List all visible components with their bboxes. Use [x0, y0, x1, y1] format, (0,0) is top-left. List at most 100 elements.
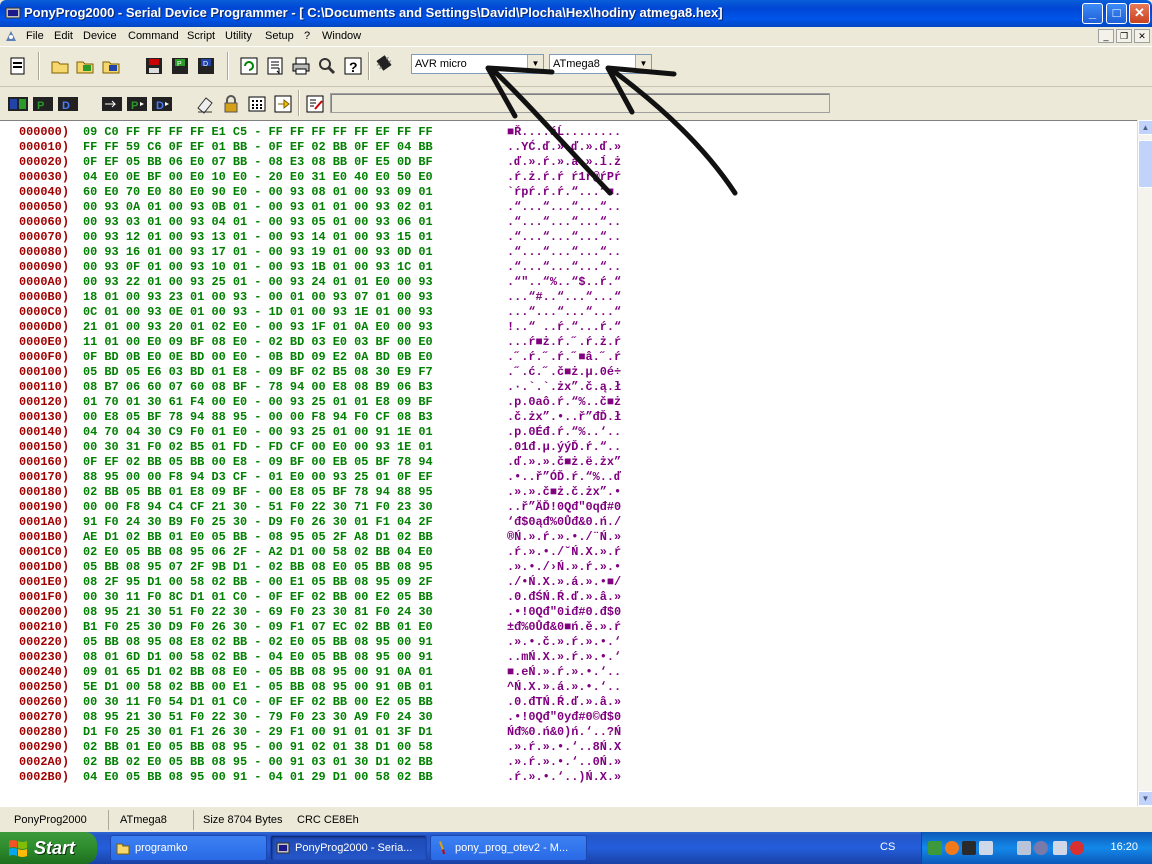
menu-window[interactable]: Window [321, 28, 362, 44]
close-button[interactable]: ✕ [1129, 3, 1150, 24]
hex-bytes[interactable]: 04 E0 0E BF 00 E0 10 E0 - 20 E0 31 E0 40… [83, 170, 507, 185]
hex-row[interactable]: 0000D0) 21 01 00 93 20 01 02 E0 - 00 93 1… [19, 320, 621, 335]
hex-bytes[interactable]: 02 BB 05 BB 01 E8 09 BF - 00 E8 05 BF 78… [83, 485, 507, 500]
hex-row[interactable]: 000040) 60 E0 70 E0 80 E0 90 E0 - 00 93 0… [19, 185, 621, 200]
language-indicator[interactable]: CS [880, 841, 895, 853]
shield-icon[interactable] [1070, 841, 1084, 855]
menu-script[interactable]: Script [186, 28, 216, 44]
open-program-icon[interactable] [73, 54, 97, 78]
read-program-icon[interactable]: P [31, 92, 55, 116]
hex-ascii[interactable]: .“...“...“...“.. [507, 245, 621, 260]
scroll-thumb[interactable] [1138, 140, 1152, 188]
chevron-down-icon[interactable]: ▼ [527, 55, 543, 73]
hex-row[interactable]: 000230) 08 01 6D D1 00 58 02 BB - 04 E0 0… [19, 650, 621, 665]
hex-bytes[interactable]: 88 95 00 00 F8 94 D3 CF - 01 E0 00 93 25… [83, 470, 507, 485]
program-arrow-icon[interactable] [271, 92, 295, 116]
hex-row[interactable]: 0001D0) 05 BB 08 95 07 2F 9B D1 - 02 BB 0… [19, 560, 621, 575]
hex-ascii[interactable]: ..mŃ.X.».ŕ.».•.‘ [507, 650, 621, 665]
hex-row[interactable]: 000210) B1 F0 25 30 D9 F0 26 30 - 09 F1 0… [19, 620, 621, 635]
chevron-down-icon[interactable]: ▼ [635, 55, 651, 73]
hex-row[interactable]: 000260) 00 30 11 F0 54 D1 01 C0 - 0F EF 0… [19, 695, 621, 710]
menu-setup[interactable]: Setup [264, 28, 295, 44]
hex-bytes[interactable]: AE D1 02 BB 01 E0 05 BB - 08 95 05 2F A8… [83, 530, 507, 545]
hex-row[interactable]: 000070) 00 93 12 01 00 93 13 01 - 00 93 1… [19, 230, 621, 245]
hex-ascii[interactable]: ..YĆ.ď.».ď.».ď.» [507, 140, 621, 155]
mdi-minimize-button[interactable]: _ [1098, 29, 1114, 43]
hex-row[interactable]: 000130) 00 E8 05 BF 78 94 88 95 - 00 00 F… [19, 410, 621, 425]
hex-row[interactable]: 000080) 00 93 16 01 00 93 17 01 - 00 93 1… [19, 245, 621, 260]
hex-row[interactable]: 000090) 00 93 0F 01 00 93 10 01 - 00 93 1… [19, 260, 621, 275]
hex-row[interactable]: 0001E0) 08 2F 95 D1 00 58 02 BB - 00 E1 0… [19, 575, 621, 590]
hex-bytes[interactable]: 02 E0 05 BB 08 95 06 2F - A2 D1 00 58 02… [83, 545, 507, 560]
hex-row[interactable]: 0001C0) 02 E0 05 BB 08 95 06 2F - A2 D1 0… [19, 545, 621, 560]
hex-ascii[interactable]: .“...“...“...“.. [507, 230, 621, 245]
hex-row[interactable]: 000120) 01 70 01 30 61 F4 00 E0 - 00 93 2… [19, 395, 621, 410]
hex-ascii[interactable]: ■.eŃ.».ŕ.».•.‘.. [507, 665, 621, 680]
read-all-icon[interactable] [6, 92, 30, 116]
hex-row[interactable]: 000110) 08 B7 06 60 07 60 08 BF - 78 94 0… [19, 380, 621, 395]
hex-bytes[interactable]: 05 BD 05 E6 03 BD 01 E8 - 09 BF 02 B5 08… [83, 365, 507, 380]
hex-bytes[interactable]: D1 F0 25 30 01 F1 26 30 - 29 F1 00 91 01… [83, 725, 507, 740]
hex-bytes[interactable]: 08 2F 95 D1 00 58 02 BB - 00 E1 05 BB 08… [83, 575, 507, 590]
menu-edit[interactable]: Edit [53, 28, 74, 44]
write-data-icon[interactable]: D [150, 92, 174, 116]
device-type-select[interactable]: ATmega8 ▼ [549, 54, 652, 74]
hex-row[interactable]: 000180) 02 BB 05 BB 01 E8 09 BF - 00 E8 0… [19, 485, 621, 500]
hex-row[interactable]: 0000E0) 11 01 00 E0 09 BF 08 E0 - 02 BD 0… [19, 335, 621, 350]
hex-bytes[interactable]: 01 70 01 30 61 F4 00 E0 - 00 93 25 01 01… [83, 395, 507, 410]
hex-row[interactable]: 000100) 05 BD 05 E6 03 BD 01 E8 - 09 BF 0… [19, 365, 621, 380]
hex-bytes[interactable]: 0F EF 05 BB 06 E0 07 BB - 08 E3 08 BB 0F… [83, 155, 507, 170]
hex-ascii[interactable]: `ŕpŕ.ŕ.ŕ.“...“■. [507, 185, 621, 200]
hex-ascii[interactable]: ./•Ń.X.».á.».•■/ [507, 575, 621, 590]
hex-ascii[interactable]: .».».č■ż.č.żx”.• [507, 485, 621, 500]
help-icon[interactable]: ? [341, 54, 365, 78]
document-icon[interactable] [4, 29, 18, 43]
hex-row[interactable]: 000060) 00 93 03 01 00 93 04 01 - 00 93 0… [19, 215, 621, 230]
hex-bytes[interactable]: 02 BB 02 E0 05 BB 08 95 - 00 91 03 01 30… [83, 755, 507, 770]
hex-row[interactable]: 000170) 88 95 00 00 F8 94 D3 CF - 01 E0 0… [19, 470, 621, 485]
hex-ascii[interactable]: .“"..“%..“$..ŕ.“ [507, 275, 621, 290]
hex-ascii[interactable]: .».ŕ.».•.‘..0Ń.» [507, 755, 621, 770]
menu-help[interactable]: ? [303, 28, 311, 44]
mdi-close-button[interactable]: ✕ [1134, 29, 1150, 43]
hex-ascii[interactable]: ^Ń.X.».á.».•.‘.. [507, 680, 621, 695]
hex-row[interactable]: 000050) 00 93 0A 01 00 93 0B 01 - 00 93 0… [19, 200, 621, 215]
hex-bytes[interactable]: 00 E8 05 BF 78 94 88 95 - 00 00 F8 94 F0… [83, 410, 507, 425]
hex-bytes[interactable]: 05 BB 08 95 07 2F 9B D1 - 02 BB 08 E0 05… [83, 560, 507, 575]
setup-icon[interactable] [315, 54, 339, 78]
hex-bytes[interactable]: 04 70 04 30 C9 F0 01 E0 - 00 93 25 01 00… [83, 425, 507, 440]
hex-ascii[interactable]: .ď.».ŕ.».ă.».ĺ.ż [507, 155, 621, 170]
hex-row[interactable]: 0002A0) 02 BB 02 E0 05 BB 08 95 - 00 91 0… [19, 755, 621, 770]
hex-bytes[interactable]: 08 01 6D D1 00 58 02 BB - 04 E0 05 BB 08… [83, 650, 507, 665]
hex-row[interactable]: 0001F0) 00 30 11 F0 8C D1 01 C0 - 0F EF 0… [19, 590, 621, 605]
hex-ascii[interactable]: ...ŕ■ż.ŕ.˝.ŕ.ż.ŕ [507, 335, 621, 350]
hex-ascii[interactable]: .01đ.µ.ýýĎ.ŕ.“.. [507, 440, 621, 455]
edit-buffer-icon[interactable] [263, 54, 287, 78]
hex-row[interactable]: 000270) 08 95 21 30 51 F0 22 30 - 79 F0 2… [19, 710, 621, 725]
save-data-icon[interactable]: D [194, 54, 218, 78]
erase-icon[interactable] [193, 92, 217, 116]
hex-row[interactable]: 0000B0) 18 01 00 93 23 01 00 93 - 00 01 0… [19, 290, 621, 305]
hex-bytes[interactable]: 08 95 21 30 51 F0 22 30 - 79 F0 23 30 A9… [83, 710, 507, 725]
write-all-icon[interactable] [100, 92, 124, 116]
hex-ascii[interactable]: .•!0Qđ"0iđ#0.đ$0 [507, 605, 621, 620]
hex-ascii[interactable]: .˝.ŕ.˝.ŕ.˝■â.˝.ŕ [507, 350, 621, 365]
hex-ascii[interactable]: .ŕ.».•./˘Ń.X.».ŕ [507, 545, 621, 560]
hex-ascii[interactable]: .p.0Éđ.ŕ.“%..‘.. [507, 425, 621, 440]
hex-ascii[interactable]: .ď.».».č■ż.ë.żx” [507, 455, 621, 470]
hex-row[interactable]: 000010) FF FF 59 C6 0F EF 01 BB - 0F EF 0… [19, 140, 621, 155]
bluetooth-icon[interactable] [1034, 841, 1048, 855]
network-icon[interactable] [928, 841, 942, 855]
mdi-restore-button[interactable]: ❐ [1116, 29, 1132, 43]
hex-bytes[interactable]: 05 BB 08 95 08 E8 02 BB - 02 E0 05 BB 08… [83, 635, 507, 650]
hex-row[interactable]: 000160) 0F EF 02 BB 05 BB 00 E8 - 09 BF 0… [19, 455, 621, 470]
hex-row[interactable]: 0000C0) 0C 01 00 93 0E 01 00 93 - 1D 01 0… [19, 305, 621, 320]
hex-ascii[interactable]: .·.`.`.żx”.č.ą.ł [507, 380, 621, 395]
safely-remove-icon[interactable] [979, 841, 993, 855]
hex-ascii[interactable]: ...“#..“...“...“ [507, 290, 621, 305]
network-connection-icon[interactable] [1053, 841, 1067, 855]
hex-bytes[interactable]: 18 01 00 93 23 01 00 93 - 00 01 00 93 07… [83, 290, 507, 305]
hex-ascii[interactable]: .ŕ.».•.‘..)Ń.X.» [507, 770, 621, 785]
minimize-button[interactable]: _ [1082, 3, 1103, 24]
hex-bytes[interactable]: 00 93 03 01 00 93 04 01 - 00 93 05 01 00… [83, 215, 507, 230]
